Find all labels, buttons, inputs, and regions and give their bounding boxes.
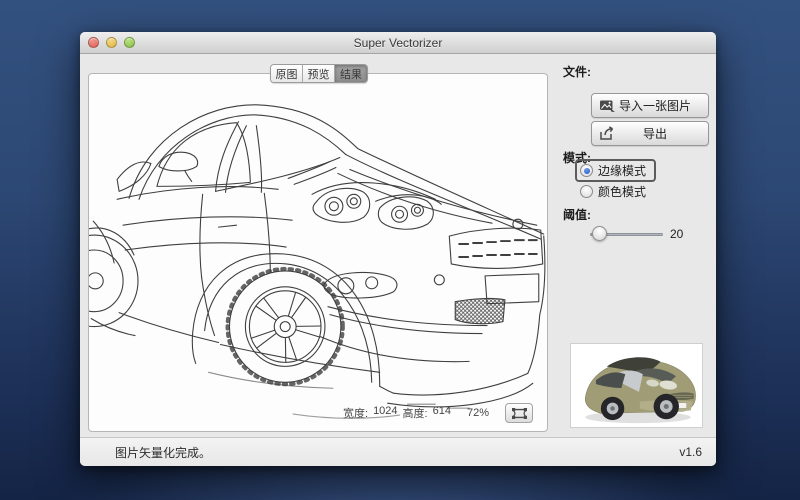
tab-preview[interactable]: 预览 [303,65,335,82]
result-canvas: 宽度: 1024 高度: 614 72% [88,73,548,432]
radio-selected-icon[interactable] [580,164,593,177]
export-button[interactable]: 导出 [591,121,709,146]
photo-import-icon [599,99,617,113]
zoom-percent: 72% [467,407,489,419]
threshold-section-label: 阈值: [563,206,591,223]
fit-to-window-icon [511,407,528,420]
minimize-button[interactable] [106,37,117,48]
app-version: v1.6 [679,445,702,459]
window-title: Super Vectorizer [354,36,443,50]
threshold-value: 20 [670,227,683,241]
image-info-row: 宽度: 1024 高度: 614 72% [343,403,533,423]
close-button[interactable] [88,37,99,48]
original-car-photo [571,344,702,427]
view-tabs: 原图 预览 结果 [270,64,368,83]
width-label: 宽度: [343,405,368,421]
app-window: Super Vectorizer [80,32,716,466]
threshold-slider-thumb[interactable] [592,226,607,241]
mode-color-label: 颜色模式 [598,183,646,200]
tab-original[interactable]: 原图 [271,65,303,82]
width-value: 1024 [373,405,397,421]
status-bar: 图片矢量化完成。 v1.6 [80,437,716,466]
threshold-slider: 20 [590,226,700,242]
image-dimensions: 宽度: 1024 高度: 614 [343,405,451,421]
zoom-button[interactable] [124,37,135,48]
radio-unselected-icon[interactable] [580,185,593,198]
import-image-button[interactable]: 导入一张图片 [591,93,709,118]
original-image-thumbnail [570,343,703,428]
status-message: 图片矢量化完成。 [115,444,211,461]
mode-edge-label: 边缘模式 [598,162,646,179]
file-section-label: 文件: [563,63,591,80]
tab-result[interactable]: 结果 [335,65,367,82]
height-label: 高度: [403,405,428,421]
height-value: 614 [433,405,451,421]
mode-option-edge-focus-ring: 边缘模式 [575,159,656,182]
export-arrow-icon [599,126,617,141]
title-bar[interactable]: Super Vectorizer [80,32,716,54]
mode-option-edge[interactable]: 边缘模式 [580,162,646,179]
vectorized-car-image [89,74,547,431]
mode-option-color[interactable]: 颜色模式 [580,183,646,200]
fit-to-window-button[interactable] [505,403,533,423]
